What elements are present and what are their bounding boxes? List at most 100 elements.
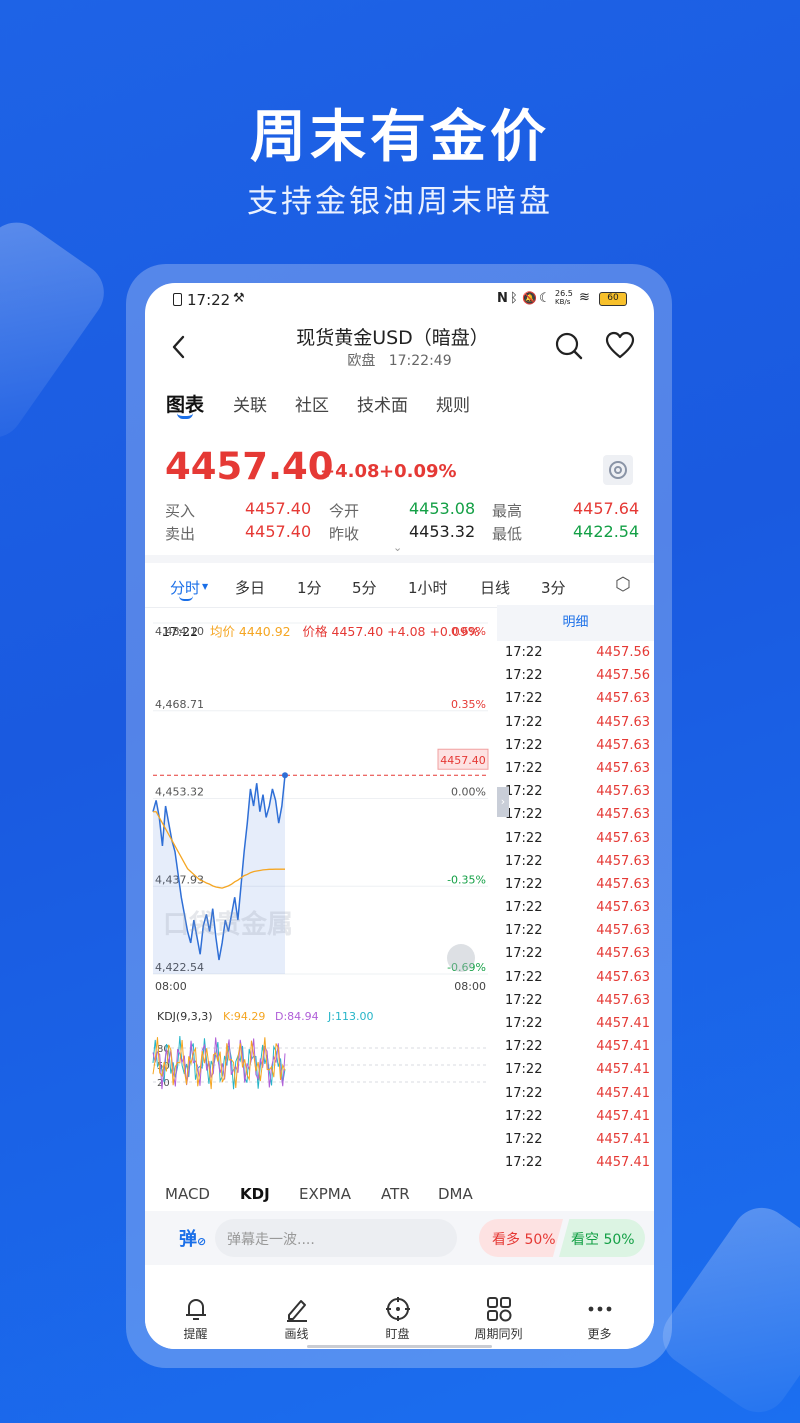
nav-watch[interactable]: 盯盘 — [347, 1283, 448, 1342]
more-dots-icon — [588, 1306, 611, 1312]
indicator-expma[interactable]: EXPMA — [299, 1185, 351, 1203]
favorite-button[interactable] — [605, 331, 635, 361]
tick-time: 17:22 — [505, 900, 543, 916]
indicator-atr[interactable]: ATR — [381, 1185, 410, 1203]
tick-row: 17:22 4457.63 — [497, 873, 654, 896]
tools-icon: ⚒ — [233, 291, 245, 306]
intraday-chart[interactable]: 4,484.104,468.714,453.324,437.934,422.54… — [145, 613, 495, 1173]
watermark-logo: 口袋贵金属 — [163, 909, 293, 940]
tick-price: 4457.63 — [596, 691, 650, 707]
tick-row: 17:22 4457.41 — [497, 1128, 654, 1151]
tick-price: 4457.56 — [596, 645, 650, 660]
tick-time: 17:22 — [505, 830, 543, 846]
bear-vote-label: 看空 50% — [571, 1232, 635, 1248]
expand-chevron-icon[interactable]: ⌄ — [393, 541, 402, 554]
danmaku-toggle-button[interactable]: 弹⊘ — [179, 1225, 206, 1251]
tick-time: 17:22 — [505, 1155, 543, 1171]
danmaku-placeholder: 弹幕走一波.... — [227, 1232, 315, 1248]
tick-price: 4457.41 — [596, 1108, 650, 1124]
collapse-handle-icon[interactable]: › — [497, 787, 509, 817]
home-indicator — [307, 1345, 492, 1348]
tick-row: 17:22 4457.63 — [497, 757, 654, 780]
grid-clock-icon — [486, 1297, 511, 1322]
moon-icon: ☾ — [539, 291, 551, 306]
period-active-indicator — [179, 596, 193, 601]
tick-time: 17:22 — [505, 784, 543, 800]
sim-icon — [173, 293, 182, 306]
tick-list[interactable]: 明细 17:22 4457.56 17:22 4457.56 17:22 4457.63 1… — [497, 605, 654, 1173]
low-label: 最低 — [492, 525, 523, 543]
battery-icon: 60 — [599, 292, 627, 306]
tick-price: 4457.41 — [596, 1085, 650, 1101]
tick-row: 17:22 4457.41 — [497, 1151, 654, 1173]
session-time: 17:22:49 — [388, 353, 452, 369]
bell-icon — [185, 1299, 206, 1320]
sell-label: 卖出 — [165, 525, 196, 543]
price-area — [153, 775, 285, 974]
indicator-kdj[interactable]: KDJ — [240, 1185, 270, 1203]
nav-draw[interactable]: 画线 — [246, 1283, 347, 1342]
kdj-d: D:84.94 — [275, 1010, 319, 1023]
tab-technical[interactable]: 技术面 — [357, 391, 408, 416]
period-multiday[interactable]: 多日 — [235, 577, 265, 598]
tick-price: 4457.41 — [596, 1155, 650, 1171]
buy-value: 4457.40 — [245, 499, 312, 518]
tick-time: 17:22 — [505, 946, 543, 962]
session-label: 欧盘 — [347, 353, 376, 369]
y-tick-label: 4,453.32 — [155, 786, 204, 799]
current-price-tag: 4457.40 — [440, 754, 486, 767]
period-3min[interactable]: 3分 — [541, 577, 566, 598]
period-1hour[interactable]: 1小时 — [408, 577, 448, 598]
tab-rules[interactable]: 规则 — [436, 391, 470, 416]
tick-price: 4457.63 — [596, 876, 650, 892]
tick-time: 17:22 — [505, 1016, 543, 1031]
tick-list-header: 明细 — [497, 605, 654, 641]
period-settings-icon[interactable]: ⬡ — [615, 574, 631, 595]
tick-price: 4457.63 — [596, 830, 650, 846]
tick-row: 17:22 4457.41 — [497, 1035, 654, 1058]
tick-time: 17:22 — [505, 760, 543, 776]
tick-row: 17:22 4457.63 — [497, 711, 654, 734]
period-daily[interactable]: 日线 — [480, 577, 510, 598]
buy-label: 买入 — [165, 502, 196, 520]
check-circle-icon: ⊘ — [197, 1235, 207, 1248]
fullscreen-icon — [447, 944, 475, 972]
tick-row: 17:22 4457.41 — [497, 1082, 654, 1105]
indicator-macd[interactable]: MACD — [165, 1185, 210, 1203]
tick-time: 17:22 — [505, 737, 543, 753]
nfc-icon: N — [497, 291, 508, 306]
search-icon — [555, 332, 583, 360]
mute-icon: 🔕 — [522, 291, 537, 305]
y-tick-label-right: 0.35% — [451, 698, 486, 711]
indicator-dma[interactable]: DMA — [438, 1185, 473, 1203]
nav-alert[interactable]: 提醒 — [145, 1283, 246, 1342]
gear-icon — [609, 461, 627, 479]
decor-crystal-left — [0, 210, 116, 450]
status-bar: 17:22 ⚒ N ᛒ 🔕 ☾ 26.5 KB/s ≋ 60 — [145, 289, 654, 313]
price-change: +4.08 — [320, 461, 380, 482]
nav-more[interactable]: 更多 — [549, 1283, 650, 1342]
period-1min[interactable]: 1分 — [297, 577, 322, 598]
search-button[interactable] — [554, 331, 584, 361]
bull-vote-label: 看多 50% — [492, 1232, 556, 1248]
period-intraday[interactable]: 分时 — [170, 577, 200, 598]
danmaku-input[interactable]: 弹幕走一波.... — [215, 1219, 457, 1257]
tick-price: 4457.63 — [596, 853, 650, 869]
bear-vote-button[interactable]: 看空 50% — [559, 1219, 645, 1257]
y-tick-label-right: -0.35% — [447, 873, 486, 886]
bull-vote-button[interactable]: 看多 50% — [479, 1219, 563, 1257]
tick-row: 17:22 4457.41 — [497, 1012, 654, 1035]
y-tick-label-right: 0.69% — [451, 625, 486, 638]
tab-community[interactable]: 社区 — [295, 391, 329, 416]
nav-multi-period[interactable]: 周期同列 — [448, 1283, 549, 1342]
nav-multi-period-label: 周期同列 — [474, 1327, 523, 1341]
net-speed-unit: KB/s — [555, 298, 571, 306]
prev-close-label: 昨收 — [329, 525, 360, 543]
tick-row: 17:22 4457.63 — [497, 919, 654, 942]
tab-related[interactable]: 关联 — [233, 391, 267, 416]
tick-row: 17:22 4457.63 — [497, 734, 654, 757]
x-tick-label: 08:00 — [454, 980, 486, 993]
period-5min[interactable]: 5分 — [352, 577, 377, 598]
settings-button[interactable] — [603, 455, 633, 485]
kdj-j: J:113.00 — [327, 1010, 373, 1023]
